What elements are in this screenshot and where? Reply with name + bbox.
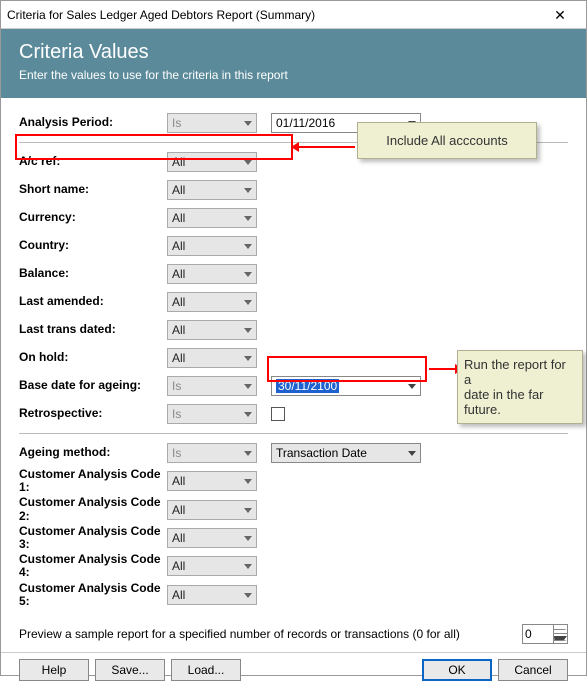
op-cac1[interactable]: All [167,471,257,491]
label-cac2: Customer Analysis Code 2: [19,496,167,522]
val-ageing-method[interactable]: Transaction Date [271,443,421,463]
window-title: Criteria for Sales Ledger Aged Debtors R… [7,8,540,22]
annotation-callout-1: Include All acccounts [357,122,537,159]
row-ageing-method: Ageing method: Is Transaction Date [19,440,568,466]
preview-input[interactable] [523,627,553,641]
annotation-arrow-2 [429,368,455,370]
label-cac4: Customer Analysis Code 4: [19,553,167,579]
label-analysis-period: Analysis Period: [19,116,167,129]
op-cac3[interactable]: All [167,528,257,548]
row-last-amended: Last amended: All [19,289,568,315]
spinner-up-icon[interactable] [553,625,567,635]
annotation-arrow-1 [299,146,355,148]
label-country: Country: [19,239,167,252]
cancel-button[interactable]: Cancel [498,659,568,681]
row-currency: Currency: All [19,205,568,231]
annotation-callout-2: Run the report for a date in the far fut… [457,350,583,424]
titlebar: Criteria for Sales Ledger Aged Debtors R… [1,1,586,29]
divider [19,433,568,434]
criteria-form: Analysis Period: Is 01/11/2016 A/c ref: … [1,98,586,616]
row-balance: Balance: All [19,261,568,287]
op-cac5[interactable]: All [167,585,257,605]
op-last-amended[interactable]: All [167,292,257,312]
label-cac5: Customer Analysis Code 5: [19,582,167,608]
ok-button[interactable]: OK [422,659,492,681]
row-cac3: Customer Analysis Code 3: All [19,525,568,551]
preview-row: Preview a sample report for a specified … [1,616,586,652]
close-icon[interactable]: ✕ [540,3,580,27]
op-country[interactable]: All [167,236,257,256]
annotation-text-1: Include All acccounts [386,133,507,148]
load-button[interactable]: Load... [171,659,241,681]
preview-spinner[interactable] [522,624,568,644]
row-cac2: Customer Analysis Code 2: All [19,496,568,522]
header-subtitle: Enter the values to use for the criteria… [19,68,568,82]
label-retrospective: Retrospective: [19,407,167,420]
row-cac4: Customer Analysis Code 4: All [19,553,568,579]
label-last-amended: Last amended: [19,295,167,308]
op-short-name[interactable]: All [167,180,257,200]
row-cac1: Customer Analysis Code 1: All [19,468,568,494]
base-date-value: 30/11/2100 [276,379,339,393]
header-panel: Criteria Values Enter the values to use … [1,29,586,98]
spinner-down-icon[interactable] [553,634,567,643]
annotation-text-2b: date in the far future. [464,387,544,417]
checkbox-retrospective[interactable] [271,407,285,421]
label-ac-ref: A/c ref: [19,155,167,168]
label-short-name: Short name: [19,183,167,196]
op-cac2[interactable]: All [167,500,257,520]
op-balance[interactable]: All [167,264,257,284]
label-ageing-method: Ageing method: [19,446,167,459]
label-currency: Currency: [19,211,167,224]
label-cac1: Customer Analysis Code 1: [19,468,167,494]
op-currency[interactable]: All [167,208,257,228]
row-short-name: Short name: All [19,177,568,203]
op-last-trans[interactable]: All [167,320,257,340]
header-title: Criteria Values [19,41,568,64]
help-button[interactable]: Help [19,659,89,681]
label-cac3: Customer Analysis Code 3: [19,525,167,551]
annotation-text-2a: Run the report for a [464,357,566,387]
label-base-date: Base date for ageing: [19,379,167,392]
op-retrospective[interactable]: Is [167,404,257,424]
button-bar: Help Save... Load... OK Cancel [1,652,586,695]
op-on-hold[interactable]: All [167,348,257,368]
row-country: Country: All [19,233,568,259]
op-analysis-period[interactable]: Is [167,113,257,133]
preview-text: Preview a sample report for a specified … [19,627,522,641]
label-on-hold: On hold: [19,351,167,364]
val-base-date[interactable]: 30/11/2100 [271,376,421,396]
row-cac5: Customer Analysis Code 5: All [19,582,568,608]
label-last-trans: Last trans dated: [19,323,167,336]
op-base-date[interactable]: Is [167,376,257,396]
row-last-trans: Last trans dated: All [19,317,568,343]
op-ageing-method[interactable]: Is [167,443,257,463]
op-cac4[interactable]: All [167,556,257,576]
label-balance: Balance: [19,267,167,280]
save-button[interactable]: Save... [95,659,165,681]
op-ac-ref[interactable]: All [167,152,257,172]
